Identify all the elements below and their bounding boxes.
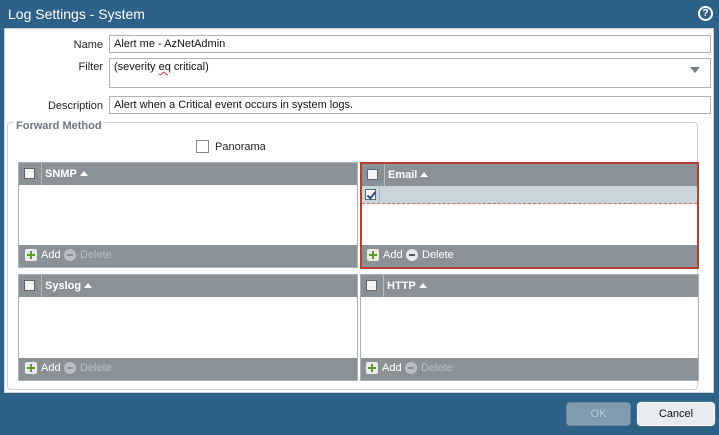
snmp-add-label: Add [41, 249, 61, 261]
syslog-header-separator [41, 275, 42, 297]
snmp-select-all-checkbox[interactable] [24, 168, 35, 179]
add-icon [25, 362, 37, 374]
name-input-value: Alert me - AzNetAdmin [114, 38, 226, 50]
panorama-option[interactable]: Panorama [196, 140, 266, 153]
http-select-all-checkbox[interactable] [366, 280, 377, 291]
syslog-select-all-checkbox[interactable] [24, 280, 35, 291]
http-panel-header: HTTP [361, 275, 698, 297]
delete-icon [406, 249, 418, 261]
filter-text-prefix: (severity [114, 61, 159, 73]
email-delete-label: Delete [422, 249, 454, 261]
syslog-title: Syslog [45, 280, 82, 292]
add-icon [367, 249, 379, 261]
snmp-header-separator [41, 163, 42, 185]
email-table-row[interactable] [362, 186, 697, 204]
http-panel-footer: Add Delete [361, 358, 698, 380]
delete-icon [64, 362, 76, 374]
email-panel-header: Email [362, 164, 697, 186]
delete-icon [405, 362, 417, 374]
cancel-button[interactable]: Cancel [637, 402, 715, 426]
sort-ascending-icon [84, 283, 93, 288]
snmp-delete-label: Delete [80, 249, 112, 261]
add-icon [366, 362, 378, 374]
snmp-panel-header: SNMP [19, 163, 357, 185]
email-add-label: Add [383, 249, 403, 261]
filter-label: Filter [78, 61, 103, 73]
email-select-all-checkbox[interactable] [367, 169, 378, 180]
panorama-label: Panorama [215, 140, 266, 153]
panorama-checkbox[interactable] [196, 140, 209, 153]
log-settings-dialog: Log Settings - System ? Name Alert me - … [0, 0, 719, 435]
filter-text: (severity eq critical) [114, 61, 209, 73]
email-column-header[interactable]: Email [388, 169, 429, 181]
email-title: Email [388, 169, 418, 181]
snmp-panel: SNMP Add Delete [18, 162, 358, 268]
email-row-checkbox[interactable] [365, 189, 376, 200]
sort-ascending-icon [79, 171, 88, 176]
name-input[interactable]: Alert me - AzNetAdmin [109, 35, 711, 53]
http-title: HTTP [387, 280, 416, 292]
name-label: Name [73, 39, 103, 51]
syslog-panel: Syslog Add Delete [18, 274, 358, 381]
syslog-panel-footer: Add Delete [19, 358, 357, 380]
syslog-column-header[interactable]: Syslog [45, 280, 93, 292]
email-panel: Email Add Delete [360, 162, 699, 269]
sort-ascending-icon [418, 283, 427, 288]
http-delete-label: Delete [421, 362, 453, 374]
description-input[interactable]: Alert when a Critical event occurs in sy… [109, 96, 711, 114]
http-add-button[interactable]: Add [366, 362, 402, 374]
syslog-panel-header: Syslog [19, 275, 357, 297]
http-column-header[interactable]: HTTP [387, 280, 427, 292]
delete-icon [64, 249, 76, 261]
snmp-add-button[interactable]: Add [25, 249, 61, 261]
snmp-panel-footer: Add Delete [19, 245, 357, 267]
dialog-title: Log Settings - System [8, 6, 145, 22]
filter-input[interactable]: (severity eq critical) [109, 58, 711, 88]
email-row-separator [379, 186, 380, 204]
description-input-value: Alert when a Critical event occurs in sy… [114, 99, 354, 111]
help-icon[interactable]: ? [698, 6, 713, 21]
add-icon [25, 249, 37, 261]
syslog-delete-label: Delete [80, 362, 112, 374]
snmp-delete-button[interactable]: Delete [64, 249, 112, 261]
email-add-button[interactable]: Add [367, 249, 403, 261]
filter-text-suffix: critical) [170, 61, 209, 73]
http-add-label: Add [382, 362, 402, 374]
sort-ascending-icon [420, 172, 429, 177]
filter-text-keyword: eq [158, 61, 171, 73]
http-header-separator [383, 275, 384, 297]
email-delete-button[interactable]: Delete [406, 249, 454, 261]
description-label: Description [47, 100, 103, 112]
http-panel: HTTP Add Delete [360, 274, 699, 381]
dialog-title-bar: Log Settings - System [0, 0, 719, 28]
email-header-separator [384, 164, 385, 186]
filter-dropdown-icon[interactable] [690, 67, 700, 73]
forward-method-legend: Forward Method [13, 120, 105, 132]
syslog-add-label: Add [41, 362, 61, 374]
ok-button[interactable]: OK [566, 402, 631, 426]
syslog-delete-button[interactable]: Delete [64, 362, 112, 374]
http-delete-button[interactable]: Delete [405, 362, 453, 374]
email-panel-footer: Add Delete [362, 245, 697, 267]
snmp-title: SNMP [45, 168, 77, 180]
syslog-add-button[interactable]: Add [25, 362, 61, 374]
snmp-column-header[interactable]: SNMP [45, 168, 88, 180]
